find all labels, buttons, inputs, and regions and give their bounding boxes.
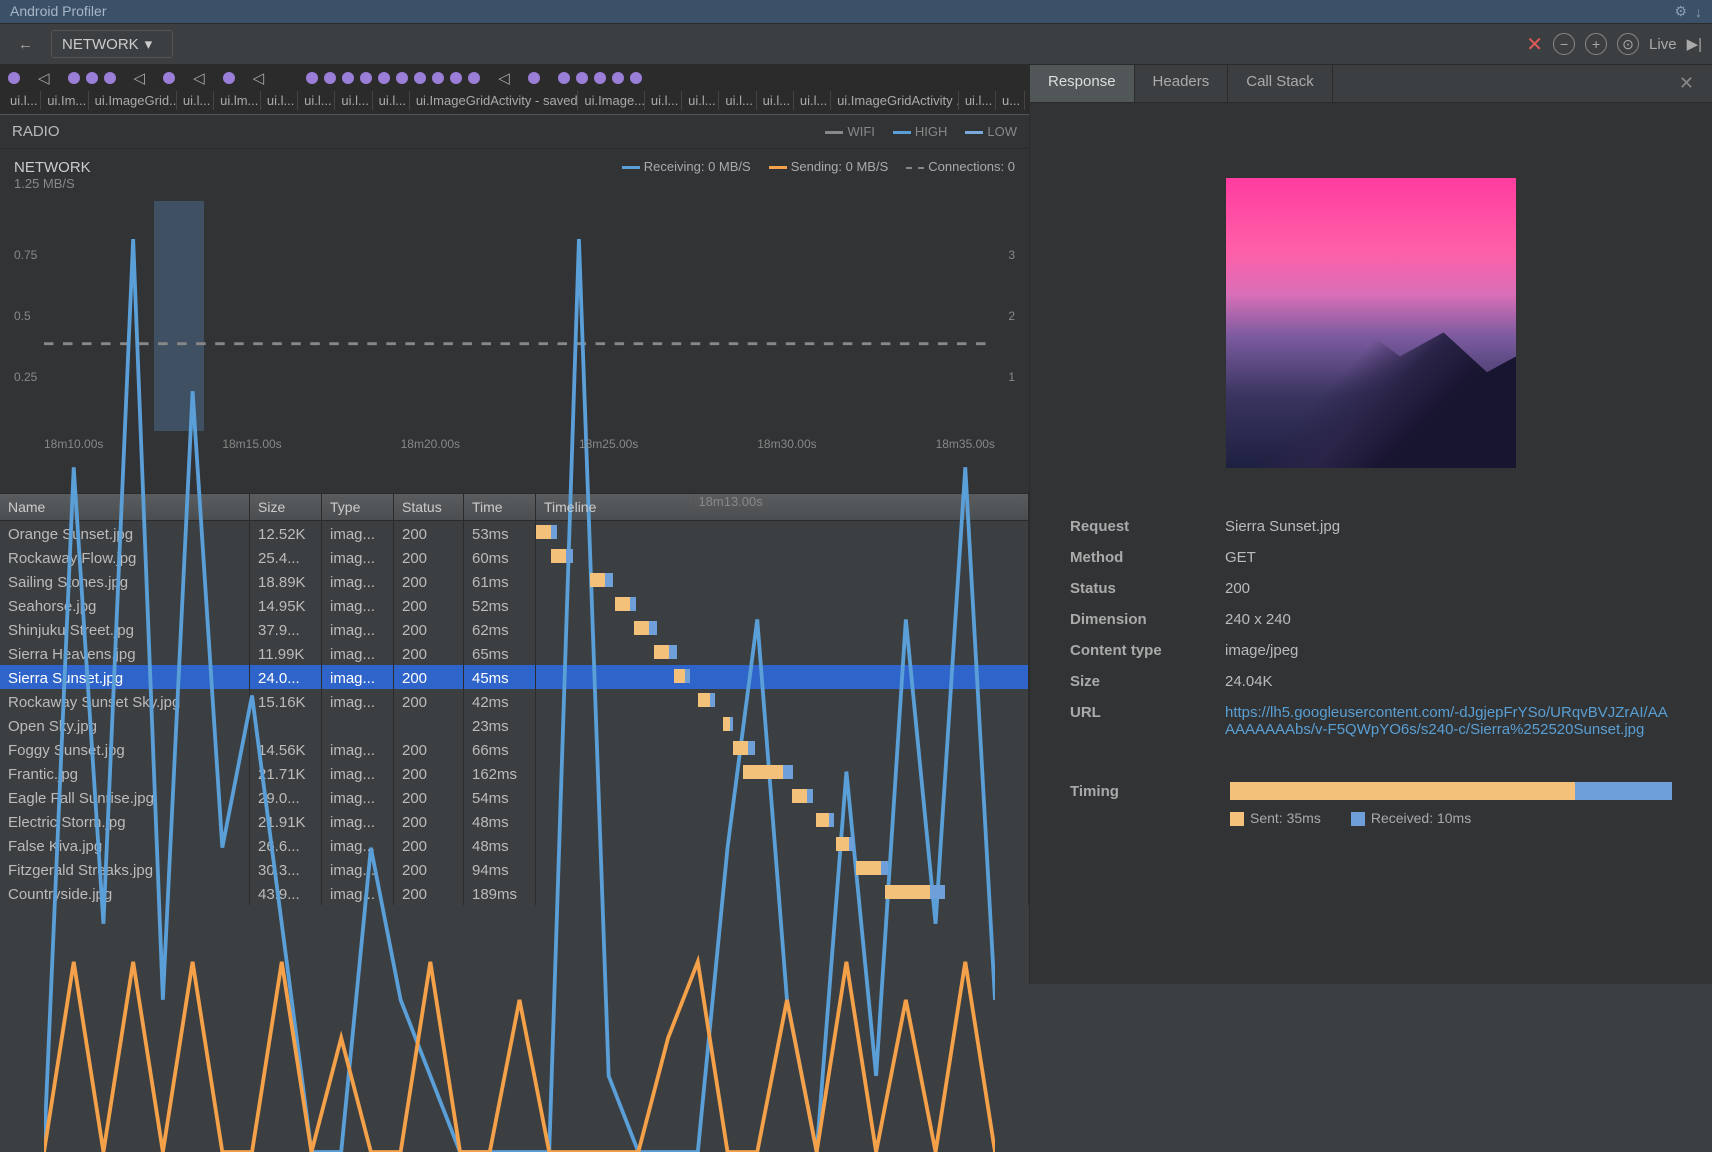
- col-timeline: Timeline 18m13.00s: [536, 494, 1029, 520]
- activity-tab[interactable]: ui.l...: [177, 91, 214, 110]
- tab-response[interactable]: Response: [1030, 65, 1135, 102]
- chart-subtitle: 1.25 MB/S: [14, 176, 91, 191]
- zoom-in-button[interactable]: +: [1585, 33, 1607, 55]
- activity-tab[interactable]: ui.l...: [645, 91, 682, 110]
- activity-tab[interactable]: ui.l...: [719, 91, 756, 110]
- detail-value: GET: [1225, 549, 1672, 566]
- section-dropdown[interactable]: NETWORK ▾: [51, 30, 173, 58]
- detail-label: URL: [1070, 704, 1225, 738]
- activity-tab[interactable]: ui.lm...: [214, 91, 261, 110]
- detail-value: 240 x 240: [1225, 611, 1672, 628]
- detail-label: Status: [1070, 580, 1225, 597]
- detail-tabs: Response Headers Call Stack ✕: [1030, 65, 1712, 103]
- tab-close-button[interactable]: ✕: [1669, 65, 1704, 102]
- response-preview-image: [1226, 178, 1516, 468]
- zoom-out-button[interactable]: −: [1553, 33, 1575, 55]
- detail-value: Sierra Sunset.jpg: [1225, 518, 1672, 535]
- activity-tab[interactable]: ui.l...: [373, 91, 410, 110]
- activity-tab[interactable]: ui.l...: [959, 91, 996, 110]
- tab-callstack[interactable]: Call Stack: [1228, 65, 1333, 102]
- detail-value: 24.04K: [1225, 673, 1672, 690]
- detail-value: 200: [1225, 580, 1672, 597]
- titlebar: Android Profiler ⚙ ↓: [0, 0, 1712, 24]
- x-axis: 18m10.00s18m15.00s18m20.00s18m25.00s18m3…: [44, 437, 995, 451]
- window-title: Android Profiler: [10, 3, 107, 20]
- activity-tab[interactable]: ui.ImageGridActivity - saved ...: [410, 91, 579, 110]
- activity-tab[interactable]: ui.Im...: [41, 91, 88, 110]
- detail-value[interactable]: https://lh5.googleusercontent.com/-dJgje…: [1225, 704, 1672, 738]
- section-label: NETWORK: [62, 36, 139, 53]
- network-chart[interactable]: NETWORK 1.25 MB/S Receiving: 0 MB/S Send…: [0, 149, 1029, 494]
- activity-tab[interactable]: ui.l...: [261, 91, 298, 110]
- detail-label: Method: [1070, 549, 1225, 566]
- activity-tab[interactable]: ui.l...: [298, 91, 335, 110]
- activity-tab[interactable]: ui.l...: [4, 91, 41, 110]
- radio-label: RADIO: [12, 123, 60, 140]
- activity-tab[interactable]: ui.l...: [757, 91, 794, 110]
- detail-label: Content type: [1070, 642, 1225, 659]
- timing-section: Timing Sent: 35ms Received: 10ms: [1030, 752, 1712, 856]
- toolbar: ← NETWORK ▾ ✕ − + ⊙ Live ▶|: [0, 24, 1712, 65]
- detail-label: Size: [1070, 673, 1225, 690]
- activity-tab[interactable]: ui.Image...: [578, 91, 645, 110]
- timeline-marker: 18m13.00s: [693, 494, 762, 512]
- activity-tab[interactable]: ui.l...: [794, 91, 831, 110]
- tab-headers[interactable]: Headers: [1135, 65, 1229, 102]
- chart-title: NETWORK: [14, 159, 91, 176]
- live-label: Live: [1649, 36, 1677, 53]
- zoom-reset-button[interactable]: ⊙: [1617, 33, 1639, 55]
- request-details: RequestSierra Sunset.jpgMethodGETStatus2…: [1030, 518, 1712, 752]
- activity-track[interactable]: ◁◁◁◁◁ ui.l...ui.Im...ui.ImageGrid...ui.l…: [0, 65, 1029, 115]
- detail-label: Dimension: [1070, 611, 1225, 628]
- radio-section: RADIO WIFI HIGH LOW: [0, 115, 1029, 149]
- detail-value: image/jpeg: [1225, 642, 1672, 659]
- jump-to-live-icon[interactable]: ▶|: [1687, 35, 1702, 53]
- timing-label: Timing: [1070, 783, 1210, 800]
- activity-tab[interactable]: ui.l...: [682, 91, 719, 110]
- close-button[interactable]: ✕: [1526, 32, 1543, 57]
- timing-recv-label: Received: 10ms: [1371, 810, 1471, 826]
- activity-tab[interactable]: ui.ImageGrid...: [89, 91, 177, 110]
- timing-sent-label: Sent: 35ms: [1250, 810, 1321, 826]
- activity-tab[interactable]: ui.l...: [335, 91, 372, 110]
- detail-label: Request: [1070, 518, 1225, 535]
- y-axis-right: 3 2 1: [995, 201, 1015, 431]
- chart-legend: Receiving: 0 MB/S Sending: 0 MB/S Connec…: [622, 159, 1015, 191]
- chevron-down-icon: ▾: [145, 35, 153, 53]
- minimize-icon[interactable]: ↓: [1695, 4, 1702, 20]
- activity-tab[interactable]: u...: [996, 91, 1025, 110]
- y-axis-left: 0.75 0.5 0.25: [14, 201, 44, 431]
- gear-icon[interactable]: ⚙: [1674, 3, 1687, 20]
- radio-legend: WIFI HIGH LOW: [825, 123, 1017, 140]
- activity-tab[interactable]: ui.ImageGridActivity ...: [831, 91, 959, 110]
- back-button[interactable]: ←: [10, 32, 41, 57]
- timing-bar: [1230, 782, 1672, 800]
